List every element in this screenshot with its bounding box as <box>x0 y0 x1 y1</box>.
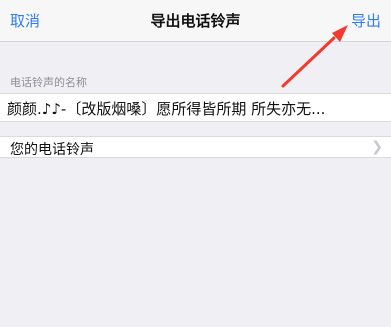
ringtone-name-input[interactable] <box>7 99 387 117</box>
export-button[interactable]: 导出 <box>351 10 381 31</box>
page-title: 导出电话铃声 <box>150 12 241 30</box>
chevron-right-icon: ❯ <box>371 139 383 155</box>
your-ringtone-row[interactable]: 您的电话铃声 ❯ <box>0 136 391 158</box>
your-ringtone-label: 您的电话铃声 <box>10 142 94 158</box>
ringtone-name-row <box>0 93 391 122</box>
navigation-bar: 取消 导出电话铃声 导出 <box>0 0 391 42</box>
ringtone-name-header: 电话铃声的名称 <box>10 76 87 89</box>
red-arrow-annotation <box>281 25 348 88</box>
export-ringtone-screen: 取消 导出电话铃声 导出 电话铃声的名称 您的电话铃声 ❯ <box>0 0 391 327</box>
